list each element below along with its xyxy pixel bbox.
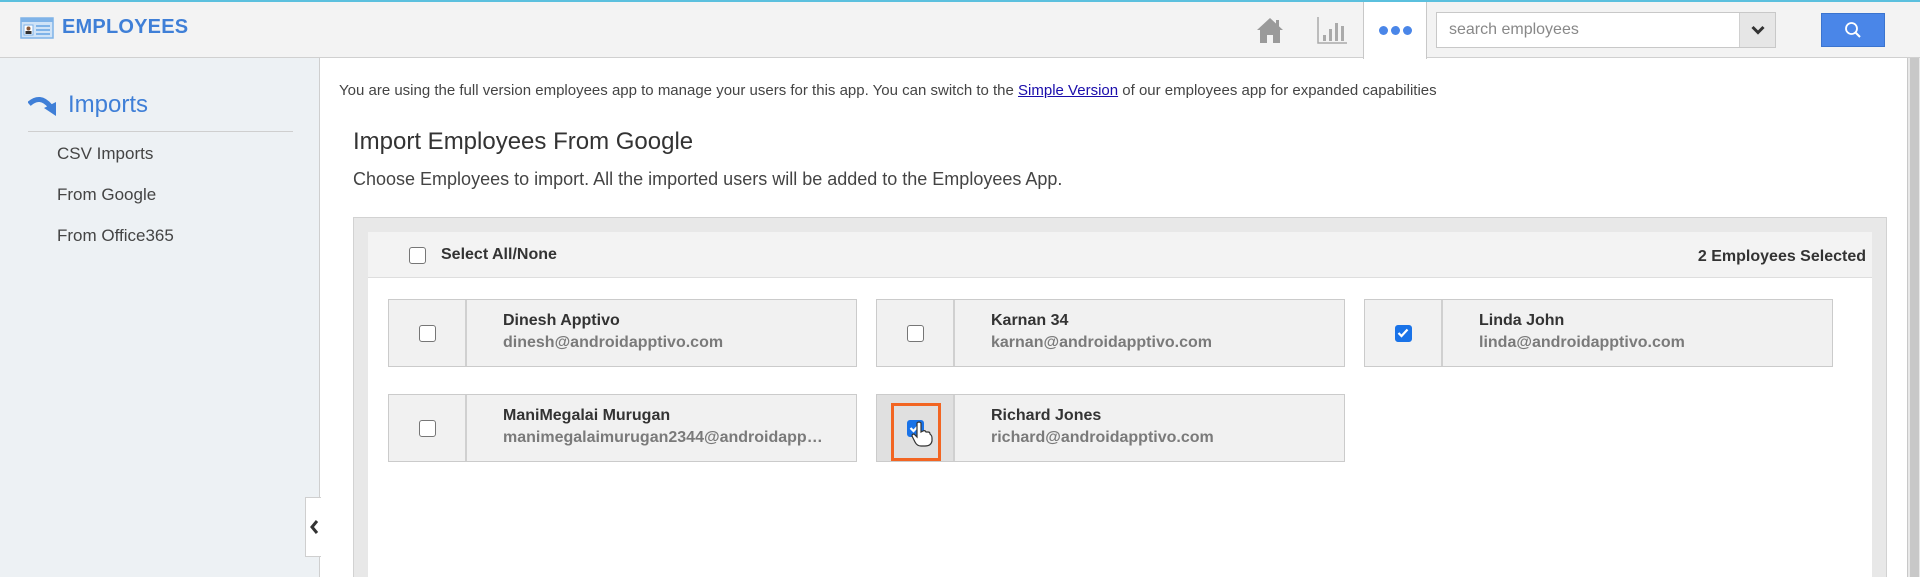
employee-email: dinesh@androidapptivo.com xyxy=(503,334,724,351)
employee-checkbox-cell[interactable] xyxy=(389,395,467,461)
sidebar-item-from-google[interactable]: From Google xyxy=(57,185,156,205)
employee-info: Karnan 34 karnan@androidapptivo.com xyxy=(955,300,1344,366)
hand-cursor-icon xyxy=(911,421,933,452)
simple-version-link[interactable]: Simple Version xyxy=(1018,82,1118,99)
more-dot xyxy=(1390,26,1400,35)
more-dot xyxy=(1402,26,1412,35)
employee-name: ManiMegalai Murugan xyxy=(503,407,671,424)
id-card-icon xyxy=(20,16,54,39)
chevron-down-icon xyxy=(1750,25,1765,35)
search-filter-dropdown[interactable] xyxy=(1739,13,1775,47)
employee-email: karnan@androidapptivo.com xyxy=(991,334,1212,351)
more-menu-button[interactable] xyxy=(1363,2,1427,59)
top-bar: EMPLOYEES xyxy=(0,0,1920,59)
selected-count: 2 Employees Selected xyxy=(1697,248,1866,265)
app-brand[interactable]: EMPLOYEES xyxy=(20,16,188,39)
employee-name: Richard Jones xyxy=(991,407,1102,424)
notice-text: You are using the full version employees… xyxy=(339,82,1019,99)
employee-info: ManiMegalai Murugan manimegalaimurugan234… xyxy=(467,395,856,461)
employee-email: manimegalaimurugan2344@androidapptivo.co… xyxy=(503,429,823,446)
employee-checkbox[interactable] xyxy=(418,324,436,342)
collapse-sidebar-button[interactable] xyxy=(305,497,321,557)
import-panel: Select All/None 2 Employees Selected Din… xyxy=(353,217,1887,578)
employee-checkbox-cell[interactable] xyxy=(389,300,467,366)
sidebar-section-title: Imports xyxy=(68,91,149,118)
employee-card[interactable]: Dinesh Apptivo dinesh@androidapptivo.com xyxy=(388,299,857,367)
more-dots-icon xyxy=(1378,26,1388,35)
employee-info: Dinesh Apptivo dinesh@androidapptivo.com xyxy=(467,300,856,366)
employee-card[interactable]: Linda John linda@androidapptivo.com xyxy=(1364,299,1833,367)
app-title: EMPLOYEES xyxy=(62,16,189,38)
panel-header: Select All/None 2 Employees Selected xyxy=(368,232,1872,278)
employee-checkbox-cell[interactable] xyxy=(1365,300,1443,366)
sidebar-item-csv-imports[interactable]: CSV Imports xyxy=(57,144,153,164)
sidebar: Imports CSV Imports From Google From Off… xyxy=(0,58,320,577)
checkmark-icon xyxy=(1397,328,1409,338)
employee-email: linda@androidapptivo.com xyxy=(1479,334,1685,351)
scrollbar-thumb[interactable] xyxy=(1910,58,1919,577)
employee-name: Karnan 34 xyxy=(991,312,1069,329)
chevron-left-icon xyxy=(309,520,318,534)
select-all-label[interactable]: Select All/None xyxy=(441,246,557,264)
bar-chart-icon[interactable] xyxy=(1315,12,1349,48)
select-all-checkbox[interactable] xyxy=(409,247,426,264)
employee-checkbox[interactable] xyxy=(1394,324,1412,342)
employee-email: richard@androidapptivo.com xyxy=(991,429,1214,446)
employee-name: Dinesh Apptivo xyxy=(503,312,620,329)
employee-name: Linda John xyxy=(1479,312,1565,329)
version-notice: You are using the full version employees… xyxy=(339,82,1437,99)
employee-list-panel: Select All/None 2 Employees Selected Din… xyxy=(368,232,1872,578)
home-icon[interactable] xyxy=(1252,12,1288,48)
sidebar-item-from-office365[interactable]: From Office365 xyxy=(57,226,174,246)
employee-checkbox-cell[interactable] xyxy=(877,395,955,461)
page-title: Import Employees From Google xyxy=(353,128,694,155)
search-input[interactable] xyxy=(1437,13,1739,47)
sidebar-section-header: Imports xyxy=(28,90,293,132)
search-button[interactable] xyxy=(1821,13,1885,47)
employee-info: Richard Jones richard@androidapptivo.com xyxy=(955,395,1344,461)
employee-checkbox[interactable] xyxy=(418,419,436,437)
curved-arrow-icon xyxy=(28,97,56,116)
employee-checkbox-cell[interactable] xyxy=(877,300,955,366)
search-box xyxy=(1436,12,1776,48)
page-subtitle: Choose Employees to import. All the impo… xyxy=(353,169,1063,189)
employee-card[interactable]: Karnan 34 karnan@androidapptivo.com xyxy=(876,299,1345,367)
notice-text-end: of our employees app for expanded capabi… xyxy=(1118,82,1437,99)
employee-checkbox[interactable] xyxy=(906,324,924,342)
employee-info: Linda John linda@androidapptivo.com xyxy=(1443,300,1832,366)
employee-card[interactable]: ManiMegalai Murugan manimegalaimurugan234… xyxy=(388,394,857,462)
page-scrollbar[interactable] xyxy=(1907,58,1920,577)
search-icon xyxy=(1845,22,1861,38)
employee-card[interactable]: Richard Jones richard@androidapptivo.com xyxy=(876,394,1345,462)
